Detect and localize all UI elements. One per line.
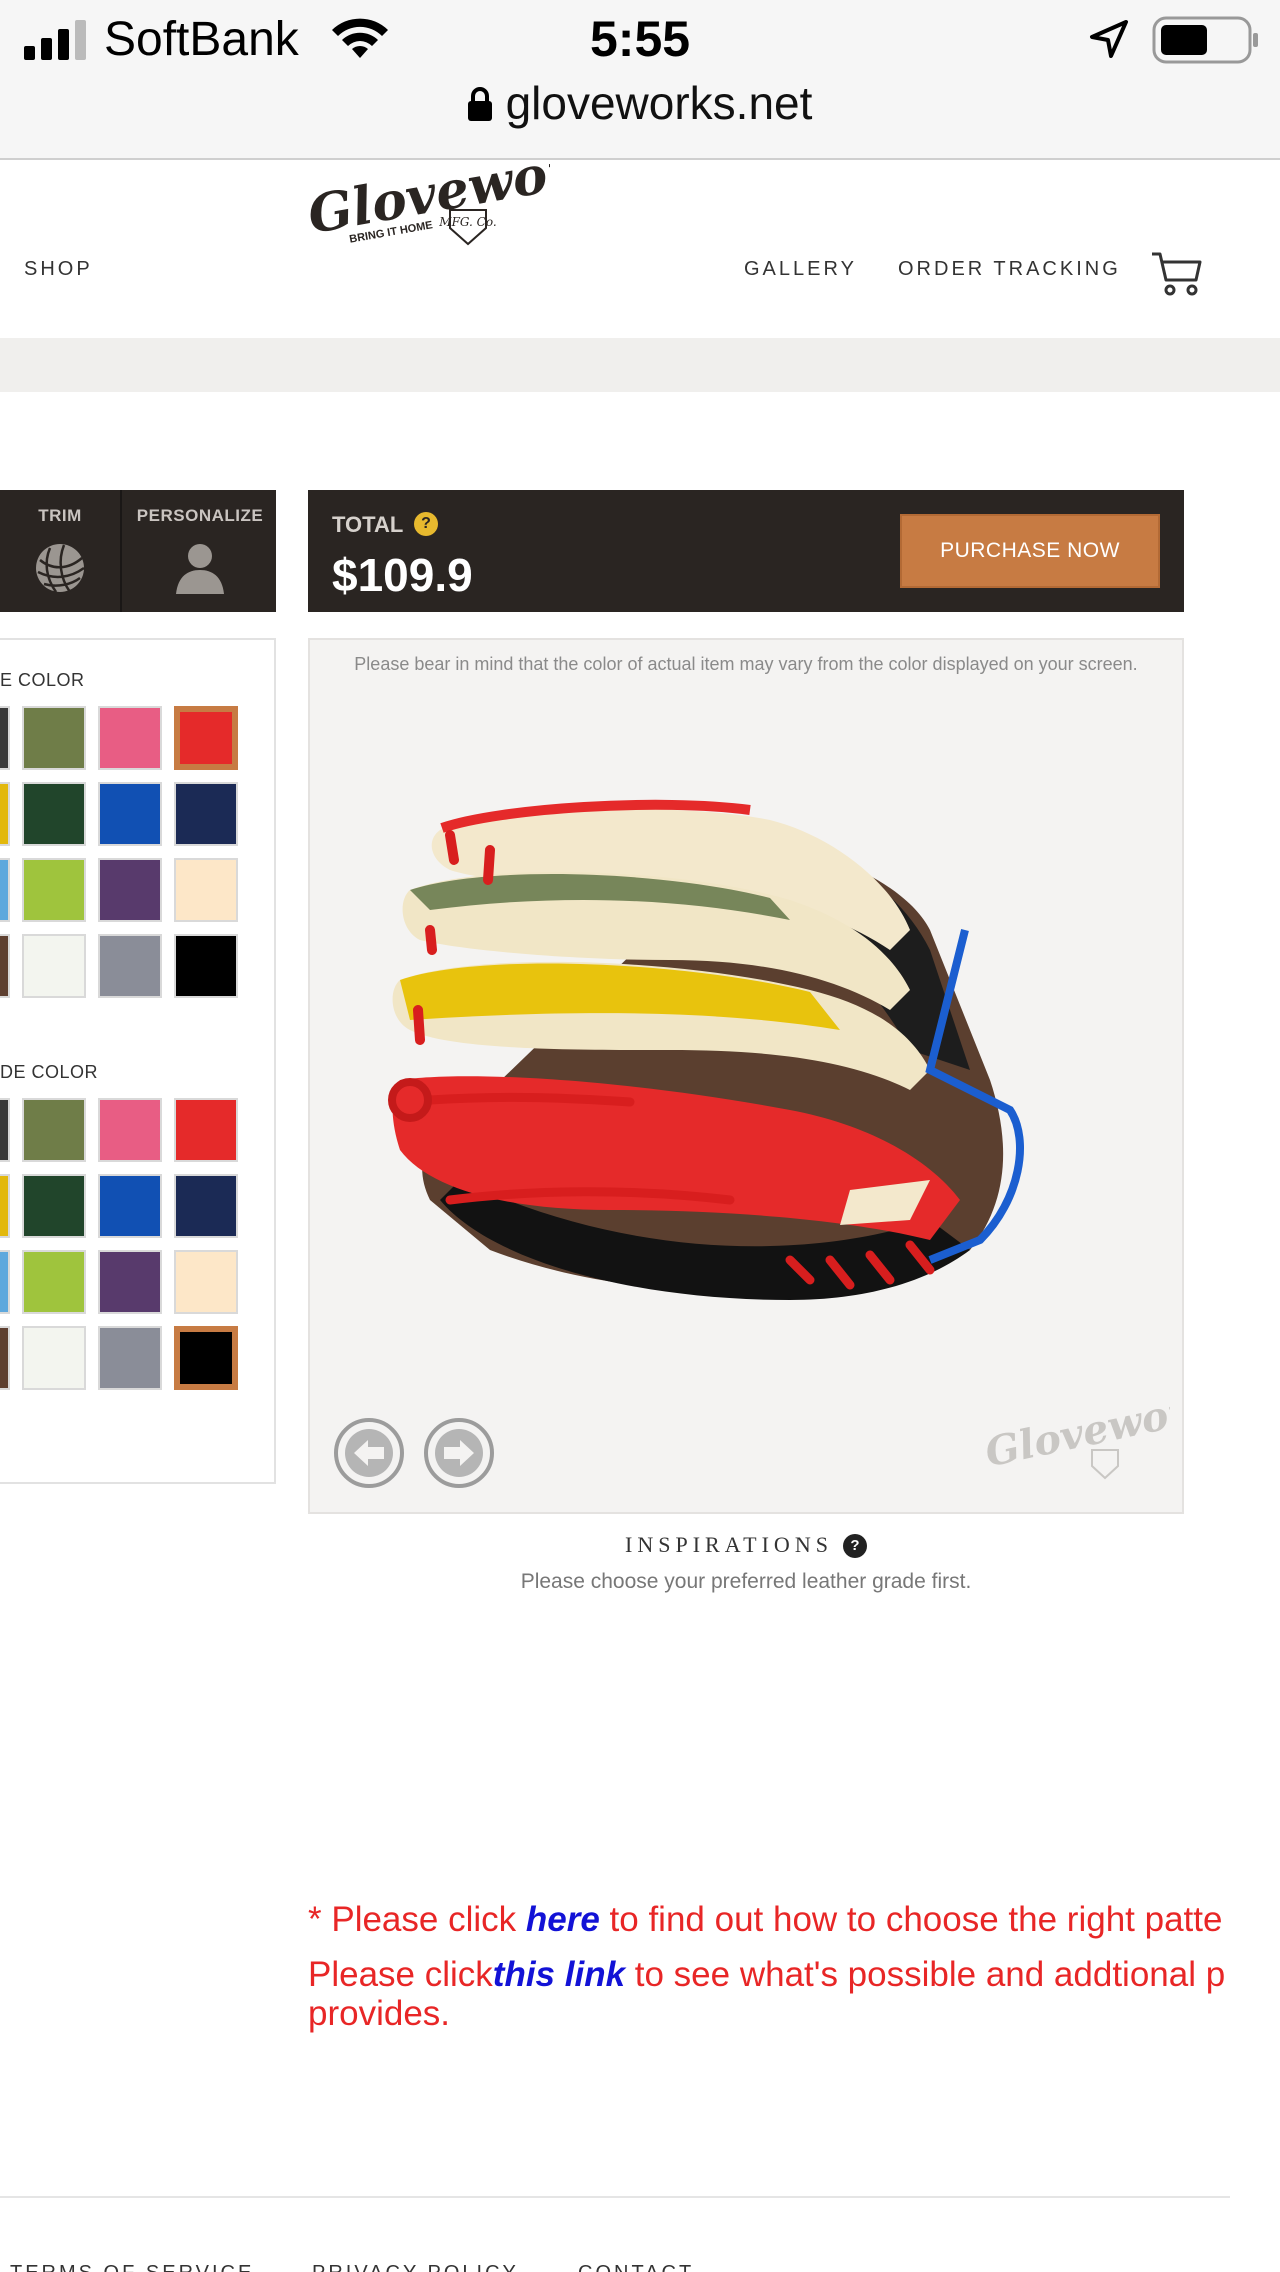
color-swatch[interactable] bbox=[98, 1098, 162, 1162]
color-swatch[interactable] bbox=[0, 1250, 10, 1314]
purchase-now-button[interactable]: PURCHASE NOW bbox=[900, 514, 1160, 588]
clock: 5:55 bbox=[590, 11, 691, 67]
yarn-ball-icon bbox=[36, 544, 85, 593]
tab-trim[interactable]: TRIM bbox=[0, 490, 122, 612]
person-icon bbox=[176, 544, 224, 594]
color-swatch[interactable] bbox=[0, 782, 10, 846]
status-bar: SoftBank 5:55 gloveworks.net bbox=[0, 0, 1280, 160]
address-bar[interactable]: gloveworks.net bbox=[0, 76, 1280, 130]
tab-trim-label: TRIM bbox=[38, 506, 82, 525]
color-swatch[interactable] bbox=[174, 1326, 238, 1390]
help-icon[interactable]: ? bbox=[842, 1534, 867, 1558]
total-label: TOTAL bbox=[332, 512, 404, 537]
color-swatch[interactable] bbox=[98, 782, 162, 846]
nav-gallery[interactable]: GALLERY bbox=[744, 258, 857, 281]
help-icon[interactable]: ? bbox=[414, 512, 438, 536]
color-options-panel: E COLOR DE COLOR bbox=[0, 638, 276, 1484]
color-swatch[interactable] bbox=[174, 934, 238, 998]
color-swatch[interactable] bbox=[174, 782, 238, 846]
color-swatch[interactable] bbox=[22, 1098, 86, 1162]
color-swatch[interactable] bbox=[22, 858, 86, 922]
options-help-note-continued: provides. bbox=[308, 1994, 451, 2033]
svg-text:Gloveworks: Gloveworks bbox=[303, 162, 550, 246]
note-text: * Please click bbox=[308, 1900, 526, 1939]
pattern-help-note: * Please click here to find out how to c… bbox=[308, 1900, 1280, 1940]
footer-contact-link[interactable]: CONTACT bbox=[578, 2262, 694, 2272]
color-swatch[interactable] bbox=[98, 1326, 162, 1390]
color-swatch[interactable] bbox=[98, 1250, 162, 1314]
color-swatch[interactable] bbox=[0, 706, 10, 770]
footer-privacy-link[interactable]: PRIVACY POLICY bbox=[312, 2262, 519, 2272]
this-link[interactable]: this link bbox=[493, 1955, 625, 1994]
color-swatch[interactable] bbox=[98, 858, 162, 922]
color-swatch[interactable] bbox=[174, 1098, 238, 1162]
color-swatch[interactable] bbox=[98, 706, 162, 770]
carrier-name: SoftBank bbox=[104, 13, 299, 66]
color-swatch[interactable] bbox=[0, 934, 10, 998]
note-text: Please click bbox=[308, 1955, 493, 1994]
color-disclaimer: Please bear in mind that the color of ac… bbox=[354, 654, 1138, 674]
svg-text:MFG. Co.: MFG. Co. bbox=[438, 215, 496, 229]
rotate-right-button[interactable] bbox=[422, 1416, 496, 1490]
color-swatch[interactable] bbox=[22, 934, 86, 998]
wifi-icon bbox=[332, 18, 388, 58]
color-swatch[interactable] bbox=[174, 858, 238, 922]
cell-signal-icon bbox=[24, 20, 86, 60]
color-swatch[interactable] bbox=[174, 1174, 238, 1238]
nav-order-tracking[interactable]: ORDER TRACKING bbox=[898, 258, 1121, 281]
section-title: E COLOR bbox=[0, 670, 85, 690]
lock-icon bbox=[467, 87, 492, 121]
tab-personalize-label: PERSONALIZE bbox=[136, 506, 264, 525]
color-swatch[interactable] bbox=[22, 1174, 86, 1238]
inspirations-note: Please choose your preferred leather gra… bbox=[520, 1570, 972, 1593]
color-swatch[interactable] bbox=[0, 858, 10, 922]
footer-terms-link[interactable]: TERMS OF SERVICE bbox=[10, 2262, 254, 2272]
color-swatch[interactable] bbox=[22, 706, 86, 770]
battery-icon bbox=[1152, 16, 1258, 64]
color-swatch[interactable] bbox=[98, 934, 162, 998]
color-swatch[interactable] bbox=[174, 706, 238, 770]
here-link[interactable]: here bbox=[526, 1900, 600, 1939]
color-swatch[interactable] bbox=[0, 1326, 10, 1390]
color-swatch[interactable] bbox=[98, 1174, 162, 1238]
inspirations-title: INSPIRATIONS bbox=[625, 1532, 833, 1557]
customizer-tabs: TRIM PERSONALIZE bbox=[0, 490, 276, 612]
color-swatch[interactable] bbox=[0, 1174, 10, 1238]
options-help-note: Please clickthis link to see what's poss… bbox=[308, 1955, 1280, 1995]
nav-shop[interactable]: SHOP bbox=[24, 258, 93, 281]
svg-text:Gloveworks: Gloveworks bbox=[981, 1380, 1170, 1476]
color-swatch[interactable] bbox=[22, 782, 86, 846]
gloveworks-watermark-logo: Gloveworks bbox=[981, 1380, 1170, 1480]
tab-personalize[interactable]: PERSONALIZE bbox=[124, 490, 276, 612]
total-bar: TOTAL ? $109.9 PURCHASE NOW bbox=[308, 490, 1184, 612]
section-title: DE COLOR bbox=[0, 1062, 99, 1082]
site-header: Gloveworks BRING IT HOME MFG. Co. SHOP G… bbox=[0, 162, 1280, 338]
total-price: $109.9 bbox=[332, 549, 473, 601]
glove-preview: Please bear in mind that the color of ac… bbox=[308, 638, 1184, 1514]
rotate-left-button[interactable] bbox=[332, 1416, 406, 1490]
header-divider-band bbox=[0, 338, 1280, 392]
footer-divider bbox=[0, 2196, 1230, 2198]
color-swatch[interactable] bbox=[0, 1098, 10, 1162]
color-swatch[interactable] bbox=[22, 1250, 86, 1314]
gloveworks-logo[interactable]: Gloveworks BRING IT HOME MFG. Co. bbox=[300, 162, 550, 258]
cart-icon[interactable] bbox=[1150, 250, 1204, 296]
inspirations-heading: INSPIRATIONS? bbox=[308, 1532, 1184, 1558]
location-arrow-icon bbox=[1090, 20, 1128, 58]
note-text: to see what's possible and addtional p bbox=[625, 1955, 1226, 1994]
color-swatch[interactable] bbox=[174, 1250, 238, 1314]
glove-image[interactable] bbox=[370, 780, 1130, 1340]
color-swatch[interactable] bbox=[22, 1326, 86, 1390]
url-text: gloveworks.net bbox=[505, 77, 813, 129]
note-text: to find out how to choose the right patt… bbox=[599, 1900, 1223, 1939]
